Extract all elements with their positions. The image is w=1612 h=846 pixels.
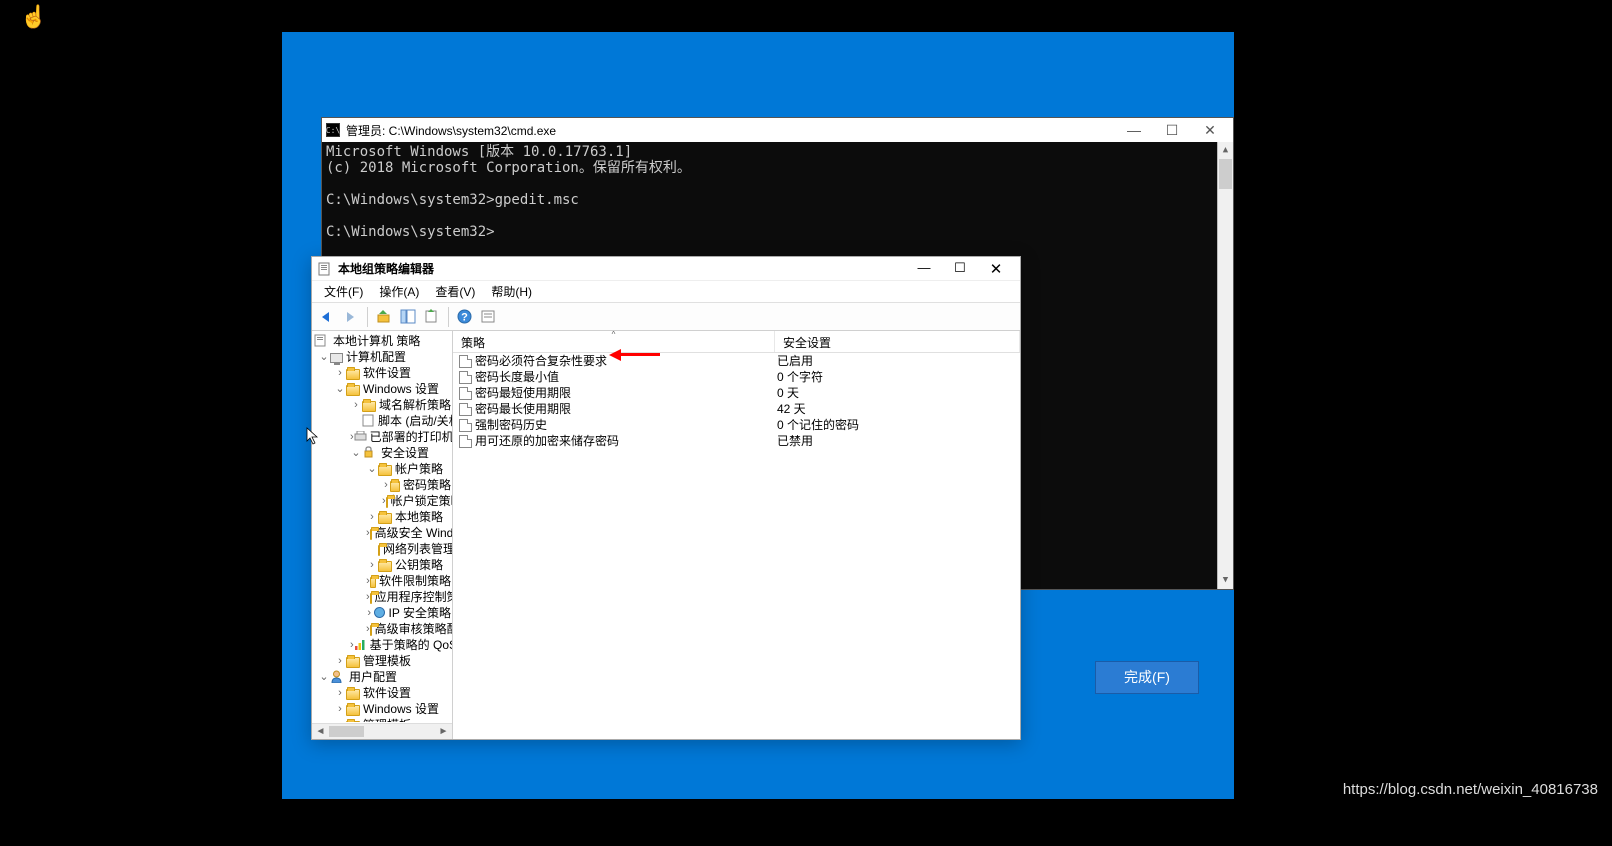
policy-list: 密码必须符合复杂性要求已启用密码长度最小值0 个字符密码最短使用期限0 天密码最… <box>453 353 1020 739</box>
cmd-icon: C:\ <box>326 123 340 137</box>
export-button[interactable] <box>421 306 443 328</box>
policy-icon <box>459 387 472 400</box>
menu-help[interactable]: 帮助(H) <box>483 281 540 302</box>
tree-user-windows[interactable]: ›Windows 设置 <box>312 701 452 717</box>
filter-button[interactable] <box>478 306 500 328</box>
gpedit-icon <box>318 262 332 276</box>
gpedit-close-button[interactable]: ✕ <box>978 260 1014 278</box>
annotation-arrow <box>620 353 660 356</box>
policy-value: 已禁用 <box>775 433 1020 449</box>
policy-value: 0 个记住的密码 <box>775 417 1020 433</box>
tree-root[interactable]: 本地计算机 策略 <box>312 333 452 349</box>
policy-name: 密码最长使用期限 <box>475 401 571 417</box>
show-hide-tree-button[interactable] <box>397 306 419 328</box>
policy-icon <box>459 419 472 432</box>
tree-computer-config[interactable]: ⌄计算机配置 <box>312 349 452 365</box>
policy-name: 密码必须符合复杂性要求 <box>475 353 607 369</box>
policy-name: 密码长度最小值 <box>475 369 559 385</box>
policy-value: 0 个字符 <box>775 369 1020 385</box>
policy-name: 用可还原的加密来储存密码 <box>475 433 619 449</box>
policy-icon <box>459 371 472 384</box>
policy-row[interactable]: 密码最长使用期限 42 天 <box>453 401 1020 417</box>
policy-value: 已启用 <box>775 353 1020 369</box>
tree-software-settings[interactable]: ›软件设置 <box>312 365 452 381</box>
back-button[interactable] <box>316 306 338 328</box>
tree-qos-policy[interactable]: ›基于策略的 QoS <box>312 637 452 653</box>
gpedit-window: 本地组策略编辑器 — ☐ ✕ 文件(F) 操作(A) 查看(V) 帮助(H) ?… <box>311 256 1021 740</box>
menu-file[interactable]: 文件(F) <box>316 281 371 302</box>
tree-public-key[interactable]: ›公钥策略 <box>312 557 452 573</box>
policy-value: 42 天 <box>775 401 1020 417</box>
menu-action[interactable]: 操作(A) <box>371 281 427 302</box>
policy-row[interactable]: 密码必须符合复杂性要求 已启用 <box>453 353 1020 369</box>
tree-scripts[interactable]: 脚本 (启动/关机) <box>312 413 452 429</box>
policy-value: 0 天 <box>775 385 1020 401</box>
gpedit-title-text: 本地组策略编辑器 <box>338 260 906 277</box>
gpedit-maximize-button[interactable]: ☐ <box>942 260 978 278</box>
tree-windows-settings[interactable]: ⌄Windows 设置 <box>312 381 452 397</box>
cmd-titlebar[interactable]: C:\ 管理员: C:\Windows\system32\cmd.exe — ☐… <box>322 118 1233 142</box>
scroll-down-arrow[interactable]: ▼ <box>1218 572 1233 589</box>
tree-pane: 本地计算机 策略 ⌄计算机配置 ›软件设置 ⌄Windows 设置 ›域名解析策… <box>312 331 453 739</box>
gpedit-minimize-button[interactable]: — <box>906 260 942 278</box>
tree-ipsec-policies[interactable]: ›IP 安全策略 <box>312 605 452 621</box>
scroll-right-arrow[interactable]: ► <box>435 724 452 739</box>
sort-indicator-icon: ^ <box>612 331 616 339</box>
cursor-icon: ☝ <box>20 4 47 30</box>
help-button[interactable]: ? <box>454 306 476 328</box>
tree-horizontal-scrollbar[interactable]: ◄ ► <box>312 723 452 739</box>
list-header: ^策略 安全设置 <box>453 331 1020 353</box>
tree-user-config[interactable]: ⌄用户配置 <box>312 669 452 685</box>
gpedit-titlebar[interactable]: 本地组策略编辑器 — ☐ ✕ <box>312 257 1020 281</box>
scroll-thumb-h[interactable] <box>329 726 364 737</box>
tree-admin-templates[interactable]: ›管理模板 <box>312 653 452 669</box>
cmd-maximize-button[interactable]: ☐ <box>1153 119 1191 141</box>
tree-lockout-policy[interactable]: ›帐户锁定策略 <box>312 493 452 509</box>
tree-account-policies[interactable]: ⌄帐户策略 <box>312 461 452 477</box>
tree-security-settings[interactable]: ⌄安全设置 <box>312 445 452 461</box>
scroll-thumb[interactable] <box>1219 159 1232 189</box>
tree-app-control[interactable]: ›应用程序控制策略 <box>312 589 452 605</box>
watermark-text: https://blog.csdn.net/weixin_40816738 <box>1343 781 1598 798</box>
tree-password-policy[interactable]: ›密码策略 <box>312 477 452 493</box>
menu-view[interactable]: 查看(V) <box>427 281 483 302</box>
cmd-close-button[interactable]: ✕ <box>1191 119 1229 141</box>
list-pane: ^策略 安全设置 密码必须符合复杂性要求已启用密码长度最小值0 个字符密码最短使… <box>453 331 1020 739</box>
scroll-left-arrow[interactable]: ◄ <box>312 724 329 739</box>
gpedit-menubar: 文件(F) 操作(A) 查看(V) 帮助(H) <box>312 281 1020 303</box>
policy-row[interactable]: 密码长度最小值 0 个字符 <box>453 369 1020 385</box>
up-button[interactable] <box>373 306 395 328</box>
tree-software-restriction[interactable]: ›软件限制策略 <box>312 573 452 589</box>
mouse-cursor-icon <box>306 427 320 448</box>
scroll-up-arrow[interactable]: ▲ <box>1218 142 1233 159</box>
cmd-minimize-button[interactable]: — <box>1115 119 1153 141</box>
column-security[interactable]: 安全设置 <box>775 331 1020 352</box>
policy-icon <box>459 355 472 368</box>
tree-local-policies[interactable]: ›本地策略 <box>312 509 452 525</box>
tree-deployed-printers[interactable]: ›已部署的打印机 <box>312 429 452 445</box>
tree-user-admin-templates[interactable]: ›管理模板 <box>312 717 452 722</box>
policy-name: 强制密码历史 <box>475 417 547 433</box>
tree-dns-policy[interactable]: ›域名解析策略 <box>312 397 452 413</box>
tree-network-list[interactable]: 网络列表管理器策略 <box>312 541 452 557</box>
policy-row[interactable]: 强制密码历史 0 个记住的密码 <box>453 417 1020 433</box>
policy-icon <box>459 435 472 448</box>
cmd-scrollbar[interactable]: ▲ ▼ <box>1217 142 1233 589</box>
gpedit-toolbar: ? <box>312 303 1020 331</box>
policy-row[interactable]: 用可还原的加密来储存密码 已禁用 <box>453 433 1020 449</box>
policy-icon <box>459 403 472 416</box>
cmd-title-text: 管理员: C:\Windows\system32\cmd.exe <box>346 122 1115 139</box>
tree-advanced-audit[interactable]: ›高级审核策略配置 <box>312 621 452 637</box>
forward-button[interactable] <box>340 306 362 328</box>
tree-user-software[interactable]: ›软件设置 <box>312 685 452 701</box>
policy-row[interactable]: 密码最短使用期限 0 天 <box>453 385 1020 401</box>
policy-name: 密码最短使用期限 <box>475 385 571 401</box>
tree-advanced-security[interactable]: ›高级安全 Windows <box>312 525 452 541</box>
finish-button[interactable]: 完成(F) <box>1095 661 1199 694</box>
svg-text:?: ? <box>461 312 468 324</box>
